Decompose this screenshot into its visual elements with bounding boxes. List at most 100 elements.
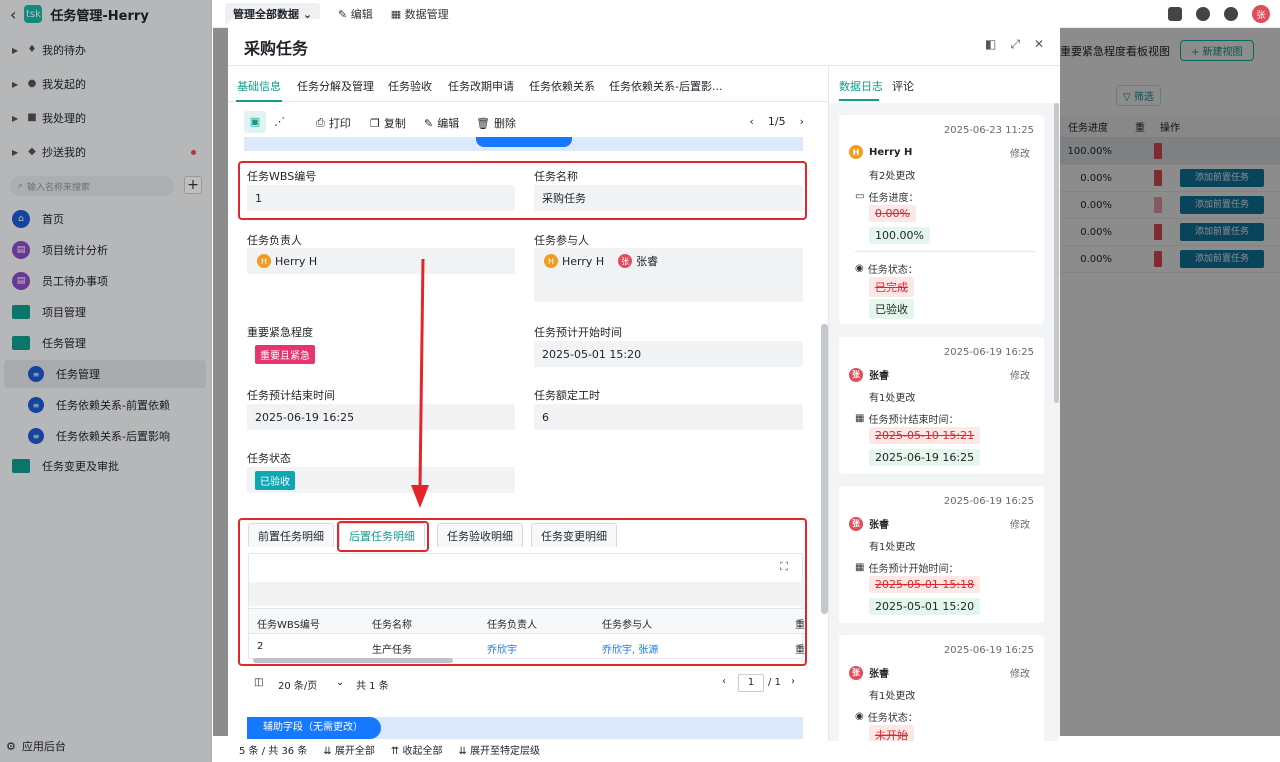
record-modal: 采购任务 ◧ ⤢ ✕ 基础信息 任务分解及管理 任务验收 任务改期申请 任务依赖…: [228, 19, 1060, 741]
columns-icon[interactable]: ◫: [254, 677, 263, 688]
log-summary: 有1处更改: [869, 691, 916, 702]
close-icon[interactable]: ✕: [1034, 37, 1044, 52]
vertical-scrollbar[interactable]: [821, 324, 828, 614]
tab-dependency[interactable]: 任务依赖关系: [529, 78, 595, 94]
user-chip: H Herry H: [255, 252, 323, 270]
highlight-box: [238, 161, 807, 220]
log-card: 2025-06-23 11:25 H Herry H 修改 有2处更改 ▭ 任务进度…: [839, 115, 1044, 324]
user-avatar[interactable]: 张: [1252, 5, 1270, 23]
log-old-value: 已完成: [869, 277, 914, 297]
page-input[interactable]: 1: [738, 674, 764, 692]
print-icon: ⎙: [316, 116, 325, 129]
log-time: 2025-06-23 11:25: [943, 125, 1034, 136]
delete-button[interactable]: 🗑 删除: [476, 115, 516, 131]
log-field-label: 任务状态：: [867, 713, 918, 724]
trash-icon: 🗑: [476, 116, 490, 130]
log-field-label: 任务进度：: [868, 193, 919, 204]
log-user: 张张睿: [849, 367, 889, 382]
modal-title: 采购任务: [244, 39, 309, 58]
end-field[interactable]: 2025-06-19 16:25: [247, 404, 515, 430]
pencil-icon: ✎: [424, 116, 434, 130]
tab-comments[interactable]: 评论: [892, 78, 914, 94]
status-field[interactable]: 已验收: [247, 467, 515, 493]
record-count: 5 条 / 共 36 条: [239, 745, 308, 757]
print-button[interactable]: ⎙ 打印: [316, 115, 351, 131]
log-action: 修改: [1010, 520, 1030, 531]
edit-label: 编辑: [437, 117, 460, 130]
layout-icon[interactable]: [1168, 7, 1182, 21]
copy-label: 复制: [383, 117, 406, 130]
section-pill: [476, 137, 572, 147]
annotation-arrow: [411, 259, 429, 508]
collapse-all-label: 收起全部: [402, 745, 443, 757]
log-user-name: 张睿: [869, 669, 889, 680]
log-action: 修改: [1010, 149, 1030, 160]
log-field-label: 任务预计开始时间：: [868, 564, 959, 575]
hours-field[interactable]: 6: [534, 404, 803, 430]
user-chip: 张张睿: [616, 252, 664, 270]
record-pager: ‹ 1/5 ›: [749, 115, 804, 128]
prev-record-icon[interactable]: ‹: [749, 115, 753, 128]
log-card: 2025-06-19 16:25 张张睿 修改 有1处更改 ◉ 任务状态： 未开始: [839, 635, 1044, 741]
help-icon[interactable]: [1224, 7, 1238, 21]
notification-icon[interactable]: [1196, 7, 1210, 21]
end-label: 任务预计结束时间: [247, 389, 335, 402]
share-icon[interactable]: ⋰: [274, 115, 285, 128]
status-tag: 已验收: [255, 470, 295, 490]
owner-field[interactable]: H Herry H: [247, 248, 515, 274]
calendar-icon: ▦: [855, 413, 865, 424]
next-record-icon[interactable]: ›: [800, 115, 804, 128]
tab-acceptance[interactable]: 任务验收: [388, 78, 432, 94]
expand-all-label: 展开全部: [334, 745, 375, 757]
log-user-name: 张睿: [869, 371, 889, 382]
log-time: 2025-06-19 16:25: [943, 347, 1034, 358]
log-old-value: 0.00%: [869, 205, 916, 222]
collapse-all-button[interactable]: ⇈ 收起全部: [391, 742, 443, 757]
next-page-icon[interactable]: ›: [791, 676, 795, 687]
members-label: 任务参与人: [534, 234, 589, 247]
record-page: 1/5: [767, 115, 786, 128]
log-user-name: 张睿: [869, 520, 889, 531]
tab-data-log[interactable]: 数据日志: [839, 78, 883, 94]
sidebar-toggle-icon[interactable]: ◧: [985, 37, 996, 52]
avatar: H: [849, 145, 863, 159]
log-old-value: 2025-05-10 15:21: [869, 427, 981, 444]
tab-decomposition[interactable]: 任务分解及管理: [297, 78, 374, 94]
log-user: H Herry H: [849, 145, 912, 159]
log-new-value: 2025-06-19 16:25: [869, 449, 981, 466]
copy-button[interactable]: ❐ 复制: [370, 115, 406, 131]
log-field: ◉ 任务状态：: [855, 709, 918, 724]
tab-reschedule[interactable]: 任务改期申请: [448, 78, 514, 94]
status-icon: ◉: [855, 711, 864, 722]
log-card: 2025-06-19 16:25 张张睿 修改 有1处更改 ▦ 任务预计开始时间：…: [839, 486, 1044, 623]
members-field[interactable]: H Herry H 张张睿: [534, 248, 803, 302]
log-action: 修改: [1010, 669, 1030, 680]
tab-basic-info[interactable]: 基础信息: [237, 78, 281, 94]
expand-all-button[interactable]: ⇊ 展开全部: [323, 742, 375, 757]
progress-icon: ▭: [855, 191, 865, 202]
avatar: H: [257, 254, 271, 268]
prev-page-icon[interactable]: ‹: [722, 676, 726, 687]
chevron-down-icon[interactable]: ⌄: [336, 677, 344, 688]
start-field[interactable]: 2025-05-01 15:20: [534, 341, 803, 367]
log-action: 修改: [1010, 371, 1030, 382]
log-scrollbar[interactable]: [1054, 103, 1059, 403]
priority-field[interactable]: 重要且紧急: [247, 341, 515, 367]
log-new-value: 已验收: [869, 299, 914, 319]
user-name: 张睿: [636, 255, 659, 268]
page-size[interactable]: 20 条/页: [278, 677, 317, 692]
expand-level-button[interactable]: ⇊ 展开至特定层级: [458, 742, 540, 757]
card-view-icon[interactable]: ▣: [244, 111, 266, 133]
log-new-value: 2025-05-01 15:20: [869, 598, 981, 615]
priority-label: 重要紧急程度: [247, 326, 313, 339]
user-chip: H Herry H: [542, 252, 610, 270]
delete-label: 删除: [493, 117, 516, 130]
tab-post-dependency[interactable]: 任务依赖关系-后置影...: [609, 78, 722, 94]
aux-section-title: 辅助字段（无需更改）: [247, 717, 381, 739]
expand-icon[interactable]: ⤢: [1010, 37, 1020, 52]
log-time: 2025-06-19 16:25: [943, 645, 1034, 656]
edit-record-button[interactable]: ✎ 编辑: [424, 115, 459, 131]
record-tabs: 基础信息 任务分解及管理 任务验收 任务改期申请 任务依赖关系 任务依赖关系-后…: [228, 66, 828, 102]
user-name: Herry H: [562, 254, 605, 268]
log-field: ▭ 任务进度：: [855, 189, 918, 204]
